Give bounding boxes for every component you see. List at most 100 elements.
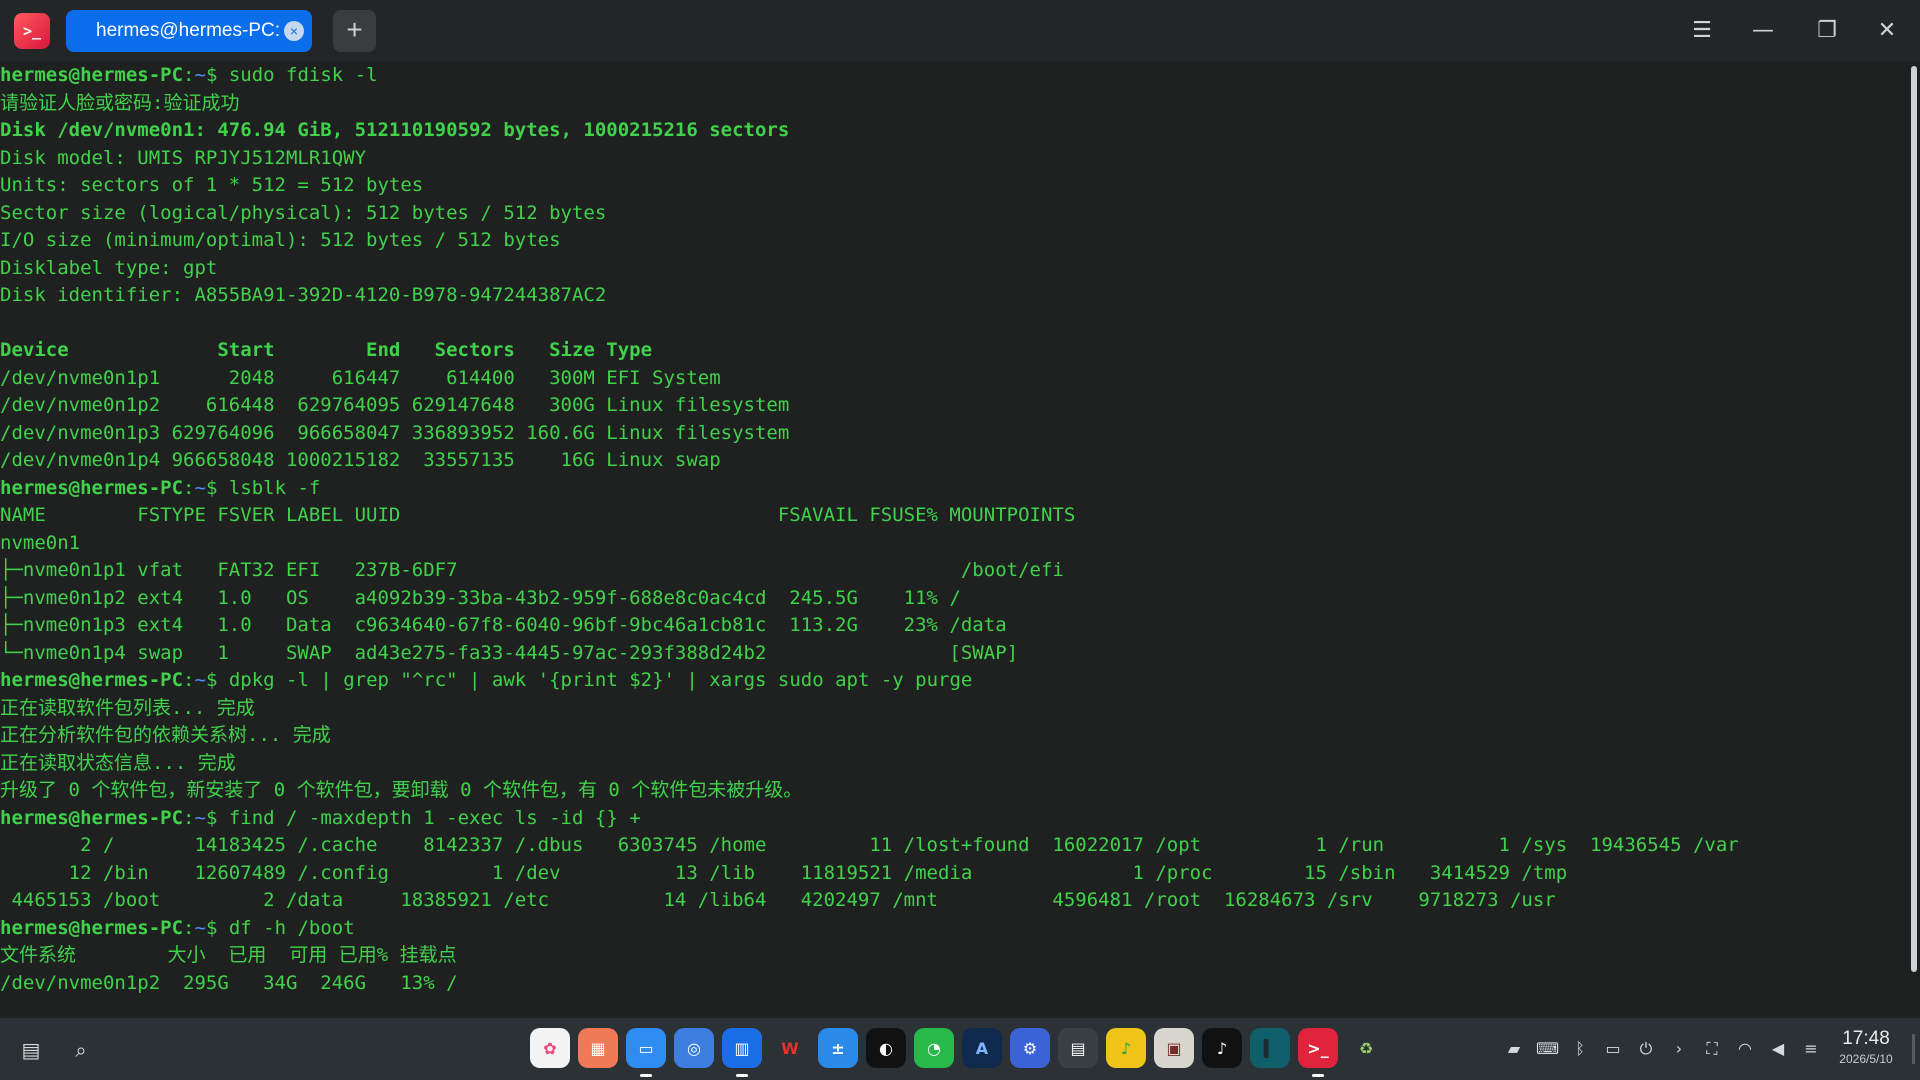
prompt-user: hermes@hermes-PC — [0, 476, 184, 499]
output-line: /dev/nvme0n1p2 295G 34G 246G 13% / — [0, 971, 458, 994]
command-text: lsblk -f — [228, 476, 321, 499]
output-line: /dev/nvme0n1p4 966658048 1000215182 3355… — [0, 449, 721, 471]
command-text: find / -maxdepth 1 -exec ls -id {} + — [228, 806, 641, 829]
prompt-line: hermes@hermes-PC:~$ lsblk -f — [0, 475, 1908, 503]
launcher-icon[interactable]: ✿ — [530, 1028, 570, 1068]
output-line: 12 /bin 12607489 /.config 1 /dev 13 /lib… — [0, 861, 1568, 884]
clock-time: 17:48 — [1842, 1028, 1890, 1049]
prompt-line: hermes@hermes-PC:~$ sudo fdisk -l — [0, 62, 1908, 90]
output-line: 正在读取状态信息... 完成 — [0, 751, 236, 774]
output-line: 升级了 0 个软件包，新安装了 0 个软件包，要卸载 0 个软件包，有 0 个软… — [0, 779, 803, 801]
music-icon[interactable]: ♪ — [1106, 1028, 1146, 1068]
output-line: Disk identifier: A855BA91-392D-4120-B978… — [0, 284, 607, 306]
clock-date: 2026/5/10 — [1839, 1052, 1893, 1066]
terminal-alt-icon[interactable]: ▍ — [1250, 1028, 1290, 1068]
show-desktop-handle[interactable] — [1912, 1034, 1915, 1064]
menu-icon[interactable]: ☰ — [1685, 14, 1719, 48]
command-text: sudo fdisk -l — [228, 64, 378, 86]
output-line: Sector size (logical/physical): 512 byte… — [0, 201, 607, 224]
maximize-icon[interactable]: ❐ — [1810, 14, 1844, 48]
qq-icon[interactable]: ◐ — [866, 1028, 906, 1068]
printer-icon[interactable]: ▤ — [1058, 1028, 1098, 1068]
tab-title: hermes@hermes-PC: ~ — [96, 20, 297, 41]
terminal-output[interactable]: hermes@hermes-PC:~$ sudo fdisk -l 请验证人脸或… — [0, 62, 1908, 1017]
calculator-icon[interactable]: ± — [818, 1028, 858, 1068]
output-line: ├─nvme0n1p1 vfat FAT32 EFI 237B-6DF7 /bo… — [0, 559, 1064, 581]
clipboard-icon[interactable]: ▤ — [19, 1038, 43, 1062]
prompt-sep: : — [183, 916, 195, 939]
prompt-symbol: $ — [205, 916, 229, 939]
output-line: └─nvme0n1p4 swap 1 SWAP ad43e275-fa33-44… — [0, 641, 1019, 664]
close-tab-icon[interactable]: × — [284, 21, 304, 41]
output-line: Disk /dev/nvme0n1: 476.94 GiB, 512110190… — [0, 119, 790, 141]
prompt-line: hermes@hermes-PC:~$ dpkg -l | grep "^rc"… — [0, 667, 1908, 695]
close-window-icon[interactable]: ✕ — [1870, 14, 1904, 48]
tab-terminal[interactable]: hermes@hermes-PC: ~ × — [66, 10, 312, 52]
system-tray: ▰ ⌨ ᛒ ▭ ⏻ › ⛶ ◠ ◀ ≡ — [1503, 1038, 1822, 1060]
title-bar: >_ hermes@hermes-PC: ~ × + ☰ — ❐ ✕ — [0, 0, 1920, 62]
output-line: 请验证人脸或密码:验证成功 — [0, 91, 240, 114]
prompt-path: ~ — [194, 806, 206, 829]
prompt-path: ~ — [194, 64, 206, 86]
screenshot-icon[interactable]: ⛶ — [1701, 1038, 1723, 1060]
prompt-symbol: $ — [205, 476, 229, 499]
bluetooth-icon[interactable]: ᛒ — [1569, 1038, 1591, 1060]
wechat-icon[interactable]: ◔ — [914, 1028, 954, 1068]
prompt-path: ~ — [194, 476, 206, 499]
wifi-icon[interactable]: ◠ — [1734, 1038, 1756, 1060]
new-tab-button[interactable]: + — [333, 10, 376, 52]
output-line: nvme0n1 — [0, 531, 81, 554]
keyboard-icon[interactable]: ⌨ — [1536, 1038, 1559, 1060]
output-line: I/O size (minimum/optimal): 512 bytes / … — [0, 229, 561, 251]
volume-icon[interactable]: ◀ — [1767, 1038, 1789, 1060]
prompt-sep: : — [183, 476, 195, 499]
output-line: 2 / 14183425 /.cache 8142337 /.dbus 6303… — [0, 834, 1739, 856]
prompt-symbol: $ — [205, 806, 229, 829]
output-line: ├─nvme0n1p3 ext4 1.0 Data c9634640-67f8-… — [0, 614, 1007, 636]
clock[interactable]: 17:48 2026/5/10 — [1826, 1028, 1906, 1068]
output-line: Device Start End Sectors Size Type — [0, 339, 653, 361]
output-line: NAME FSTYPE FSVER LABEL UUID FSAVAIL FSU… — [0, 504, 1076, 526]
command-text: dpkg -l | grep "^rc" | awk '{print $2}' … — [228, 669, 973, 691]
output-line: 文件系统 大小 已用 可用 已用% 挂载点 — [0, 944, 457, 966]
file-manager-icon[interactable]: ▭ — [626, 1028, 666, 1077]
output-line: /dev/nvme0n1p1 2048 616447 614400 300M E… — [0, 366, 721, 389]
output-line: 4465153 /boot 2 /data 18385921 /etc 14 /… — [0, 889, 1556, 911]
taskbar: ▤ ⌕ ✿ ▦ ▭ ◎ ▥ W ± ◐ ◔ A ⚙ ▤ ♪ ▣ ♪ ▍ >_ ♻ ▰ ⌨ ᛒ ▭ ⏻ › ⛶ ◠ ◀ ≡ 17:48… — [0, 1018, 1920, 1080]
editor-icon[interactable]: A — [962, 1028, 1002, 1068]
trash-icon[interactable]: ♻ — [1346, 1028, 1386, 1068]
prompt-sep: : — [183, 806, 195, 829]
tiktok-icon[interactable]: ♪ — [1202, 1028, 1242, 1068]
terminal-app-icon[interactable]: >_ — [14, 13, 50, 49]
prompt-line: hermes@hermes-PC:~$ find / -maxdepth 1 -… — [0, 805, 1908, 833]
prompt-user: hermes@hermes-PC — [0, 806, 184, 829]
prompt-user: hermes@hermes-PC — [0, 64, 184, 86]
prompt-sep: : — [183, 64, 195, 86]
search-icon[interactable]: ⌕ — [69, 1038, 93, 1062]
prompt-path: ~ — [194, 916, 206, 939]
prompt-symbol: $ — [205, 64, 229, 86]
chevron-icon[interactable]: › — [1668, 1038, 1690, 1060]
tasks-icon[interactable]: ▥ — [722, 1028, 762, 1077]
app-store-icon[interactable]: ▦ — [578, 1028, 618, 1068]
output-line: 正在分析软件包的依赖关系树... 完成 — [0, 724, 331, 746]
prompt-path: ~ — [194, 669, 206, 691]
prompt-symbol: $ — [205, 669, 229, 691]
output-line: /dev/nvme0n1p3 629764096 966658047 33689… — [0, 421, 790, 444]
terminal-scrollbar[interactable] — [1911, 66, 1917, 972]
power-icon[interactable]: ⏻ — [1635, 1038, 1657, 1060]
wps-icon[interactable]: W — [770, 1028, 810, 1068]
archive-icon[interactable]: ▣ — [1154, 1028, 1194, 1068]
gpu-icon[interactable]: ▰ — [1503, 1038, 1525, 1060]
terminal-icon[interactable]: >_ — [1298, 1028, 1338, 1077]
output-line: Disklabel type: gpt — [0, 256, 218, 279]
battery-icon[interactable]: ▭ — [1602, 1038, 1624, 1060]
prompt-line: hermes@hermes-PC:~$ df -h /boot — [0, 915, 1908, 943]
prompt-user: hermes@hermes-PC — [0, 669, 184, 691]
browser-icon[interactable]: ◎ — [674, 1028, 714, 1068]
notification-icon[interactable]: ≡ — [1800, 1038, 1822, 1060]
settings-icon[interactable]: ⚙ — [1010, 1028, 1050, 1068]
minimize-icon[interactable]: — — [1746, 14, 1780, 48]
command-text: df -h /boot — [228, 916, 355, 939]
